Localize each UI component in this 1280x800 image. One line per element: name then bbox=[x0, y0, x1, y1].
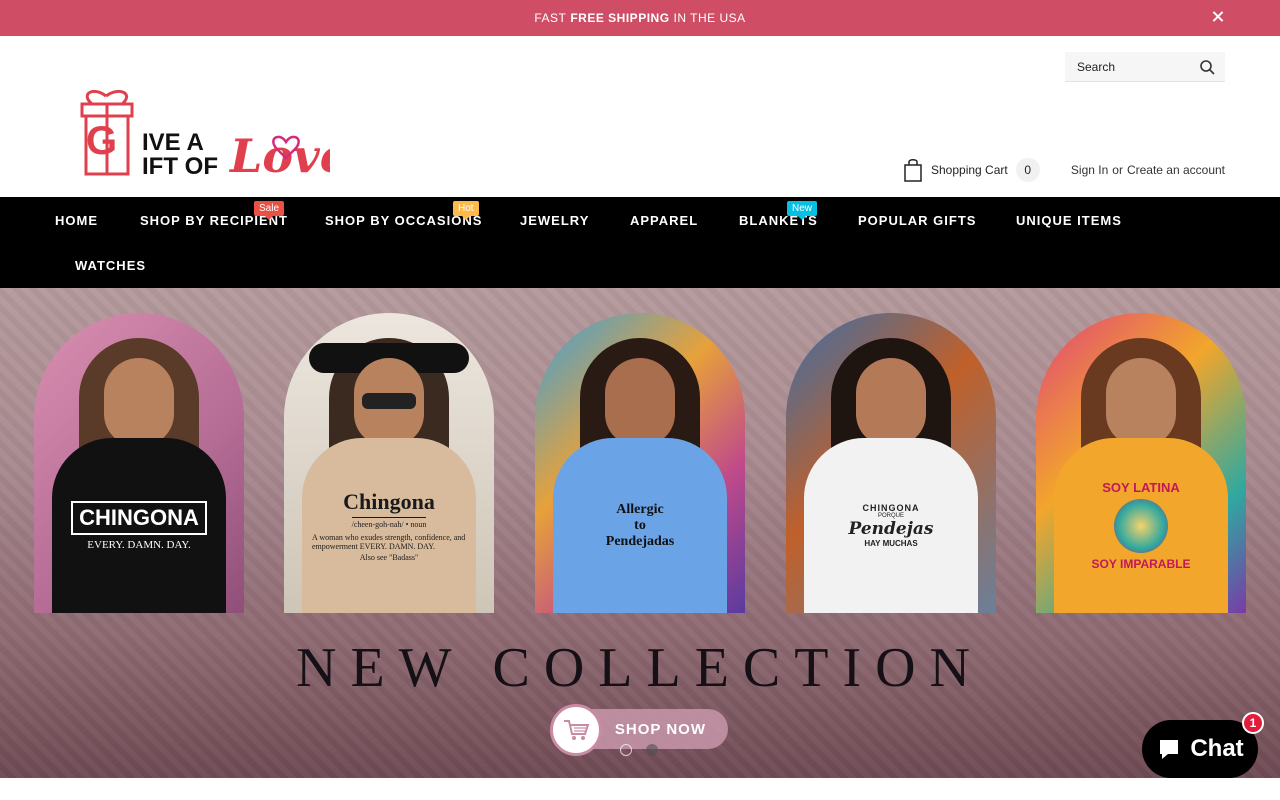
hot-badge: Hot bbox=[453, 201, 479, 220]
model-photo: SOY LATINA SOY IMPARABLE bbox=[1036, 313, 1246, 613]
model-photo: Chingona /cheen-goh-nah/ • noun A woman … bbox=[284, 313, 494, 613]
shirt-text: SOY LATINA bbox=[1102, 480, 1180, 495]
shirt-text: Allergic bbox=[616, 501, 664, 517]
search-box bbox=[1065, 52, 1225, 82]
sale-badge: Sale bbox=[254, 201, 285, 220]
shopping-cart-icon bbox=[550, 704, 602, 756]
chat-label: Chat bbox=[1190, 735, 1244, 762]
svg-text:IVE A: IVE A bbox=[142, 129, 204, 156]
shirt-graphic: Chingona /cheen-goh-nah/ • noun A woman … bbox=[302, 438, 476, 613]
shirt-text: /cheen-goh-nah/ • noun bbox=[351, 517, 427, 529]
shirt-text: Pendejadas bbox=[605, 533, 675, 549]
close-icon[interactable] bbox=[1208, 7, 1228, 27]
svg-text:G: G bbox=[86, 119, 117, 163]
nav-item-label: UNIQUE ITEMS bbox=[1016, 213, 1122, 228]
shirt-text: Chingona bbox=[343, 489, 435, 514]
announcement-highlight: FREE SHIPPING bbox=[570, 11, 670, 25]
nav-item-jewelry[interactable]: JEWELRY bbox=[520, 213, 589, 228]
shirt-graphic: SOY LATINA SOY IMPARABLE bbox=[1054, 438, 1228, 613]
nav-item-unique-items[interactable]: UNIQUE ITEMS bbox=[1016, 213, 1122, 228]
nav-item-label: HOME bbox=[55, 213, 98, 228]
hero-banner[interactable]: CHINGONA EVERY. DAMN. DAY. Chingona /che… bbox=[0, 288, 1280, 778]
search-input[interactable] bbox=[1065, 52, 1193, 82]
nav-item-popular-gifts[interactable]: POPULAR GIFTS bbox=[858, 213, 976, 228]
announcement-suffix: IN THE USA bbox=[673, 11, 746, 25]
nav-item-label: WATCHES bbox=[75, 258, 147, 273]
site-header: G IVE A IFT OF Love Shopping Cart 0 Sign… bbox=[0, 36, 1280, 197]
logo-image: G IVE A IFT OF Love bbox=[80, 90, 349, 183]
shop-now-label: SHOP NOW bbox=[614, 720, 706, 738]
announcement-prefix: FAST bbox=[534, 11, 567, 25]
shirt-text: A woman who exudes strength, confidence,… bbox=[312, 533, 466, 551]
announcement-bar: FAST FREE SHIPPING IN THE USA bbox=[0, 0, 1280, 36]
slider-dot-active[interactable] bbox=[646, 744, 658, 756]
slider-dot[interactable] bbox=[620, 744, 632, 756]
nav-item-home[interactable]: HOME bbox=[55, 213, 98, 228]
shirt-text: Also see "Badass" bbox=[359, 553, 419, 562]
create-account-link[interactable]: Create an account bbox=[1127, 163, 1225, 177]
shirt-text: HAY MUCHAS bbox=[864, 539, 918, 548]
shirt-text: EVERY. DAMN. DAY. bbox=[87, 538, 191, 551]
shirt-text: CHINGONA bbox=[862, 503, 920, 513]
account-links: Sign In or Create an account bbox=[1071, 163, 1225, 177]
shopping-cart-link[interactable]: Shopping Cart 0 bbox=[903, 156, 1040, 184]
chat-notification-badge: 1 bbox=[1242, 712, 1264, 734]
svg-text:IFT OF: IFT OF bbox=[142, 153, 218, 180]
shirt-graphic: Allergic to Pendejadas bbox=[553, 438, 727, 613]
slider-pagination bbox=[620, 744, 658, 756]
nav-item-blankets[interactable]: BLANKETS New bbox=[739, 201, 818, 228]
nav-item-label: POPULAR GIFTS bbox=[858, 213, 977, 228]
nav-item-watches[interactable]: WATCHES bbox=[75, 258, 146, 273]
shirt-text: to bbox=[634, 517, 646, 533]
main-navigation: HOME SHOP BY RECIPIENT Sale SHOP BY OCCA… bbox=[0, 197, 1280, 288]
site-logo[interactable]: G IVE A IFT OF Love bbox=[58, 86, 349, 183]
nav-item-label: APPAREL bbox=[630, 213, 699, 228]
cart-count: 0 bbox=[1015, 158, 1040, 182]
model-photo: Allergic to Pendejadas bbox=[535, 313, 745, 613]
nav-item-shop-by-occasions[interactable]: SHOP BY OCCASIONS Hot bbox=[325, 201, 482, 228]
shirt-graphic: CHINGONA PORQUE Pendejas HAY MUCHAS bbox=[804, 438, 978, 613]
new-badge: New bbox=[787, 201, 818, 220]
portrait-graphic bbox=[1114, 499, 1168, 553]
sign-in-link[interactable]: Sign In bbox=[1071, 163, 1108, 177]
shirt-text: SOY IMPARABLE bbox=[1091, 557, 1191, 571]
shirt-text: Pendejas bbox=[848, 519, 934, 539]
model-photo: CHINGONA EVERY. DAMN. DAY. bbox=[34, 313, 244, 613]
cart-label: Shopping Cart bbox=[931, 163, 1008, 177]
nav-item-shop-by-recipient[interactable]: SHOP BY RECIPIENT Sale bbox=[140, 201, 288, 228]
shopping-bag-icon bbox=[904, 159, 922, 182]
model-photo: CHINGONA PORQUE Pendejas HAY MUCHAS bbox=[786, 313, 996, 613]
account-or-text: or bbox=[1112, 163, 1123, 177]
nav-item-apparel[interactable]: APPAREL bbox=[630, 213, 698, 228]
shirt-graphic: CHINGONA EVERY. DAMN. DAY. bbox=[52, 438, 226, 613]
shirt-text: CHINGONA bbox=[71, 500, 207, 535]
hero-title: NEW COLLECTION bbox=[296, 637, 984, 699]
search-icon[interactable] bbox=[1199, 59, 1215, 75]
nav-item-label: JEWELRY bbox=[520, 213, 590, 228]
chat-bubble-icon bbox=[1160, 740, 1179, 759]
chat-button[interactable]: Chat bbox=[1142, 720, 1258, 778]
